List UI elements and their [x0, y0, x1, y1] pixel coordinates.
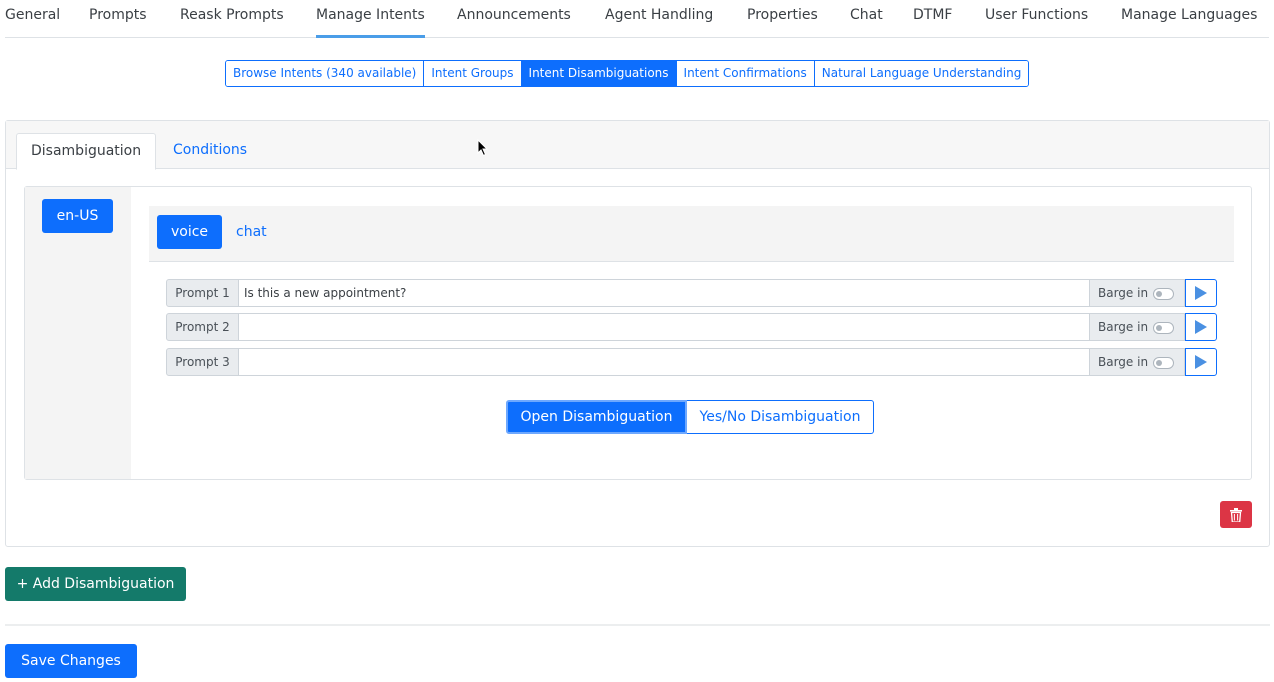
barge-in-control: Barge in	[1090, 348, 1185, 376]
prompt-row-1: Prompt 1 Is this a new appointment? Barg…	[166, 279, 1217, 307]
subnav-intent-groups[interactable]: Intent Groups	[424, 61, 522, 86]
tab-conditions[interactable]: Conditions	[159, 133, 261, 170]
barge-in-control: Barge in	[1090, 313, 1185, 341]
top-tab-reask-prompts[interactable]: Reask Prompts	[180, 0, 284, 38]
prompt-label: Prompt 1	[166, 279, 239, 307]
prompt-input-3[interactable]	[239, 348, 1090, 376]
top-tab-manage-languages[interactable]: Manage Languages	[1121, 0, 1257, 38]
barge-in-label: Barge in	[1098, 320, 1149, 334]
tab-disambiguation[interactable]: Disambiguation	[16, 133, 157, 170]
subnav-browse-intents[interactable]: Browse Intents (340 available)	[226, 61, 425, 86]
barge-in-toggle[interactable]	[1153, 357, 1174, 369]
trash-icon	[1230, 507, 1242, 522]
disambiguation-panel: en-US voice chat Prompt 1 Is this a new …	[24, 186, 1252, 480]
barge-in-toggle[interactable]	[1153, 322, 1174, 334]
mouse-cursor-icon	[477, 139, 489, 157]
disambiguation-type-group: Open Disambiguation Yes/No Disambiguatio…	[506, 400, 874, 434]
open-disambiguation-button[interactable]: Open Disambiguation	[506, 400, 687, 434]
barge-in-label: Barge in	[1098, 286, 1149, 300]
play-icon	[1195, 286, 1207, 300]
top-tab-chat[interactable]: Chat	[850, 0, 883, 38]
subnav-intent-disambiguations[interactable]: Intent Disambiguations	[521, 61, 677, 86]
top-tab-properties[interactable]: Properties	[747, 0, 818, 38]
barge-in-control: Barge in	[1090, 279, 1185, 307]
yes-no-disambiguation-button[interactable]: Yes/No Disambiguation	[687, 400, 874, 434]
top-tab-manage-intents[interactable]: Manage Intents	[316, 0, 425, 38]
play-button[interactable]	[1185, 348, 1217, 376]
prompt-input-1[interactable]: Is this a new appointment?	[239, 279, 1090, 307]
top-tab-announcements[interactable]: Announcements	[457, 0, 571, 38]
intent-subnav: Browse Intents (340 available) Intent Gr…	[225, 60, 1030, 87]
prompt-row-3: Prompt 3 Barge in	[166, 348, 1217, 376]
prompt-row-2: Prompt 2 Barge in	[166, 313, 1217, 341]
card-tabs: Disambiguation Conditions	[6, 121, 1269, 170]
top-tab-dtmf[interactable]: DTMF	[913, 0, 952, 38]
channel-voice-button[interactable]: voice	[157, 215, 222, 249]
channel-chat-link[interactable]: chat	[236, 215, 267, 249]
add-disambiguation-button[interactable]: + Add Disambiguation	[5, 567, 186, 601]
subnav-intent-confirmations[interactable]: Intent Confirmations	[676, 61, 815, 86]
top-tab-general[interactable]: General	[5, 0, 60, 38]
barge-in-toggle[interactable]	[1153, 288, 1174, 300]
prompt-label: Prompt 2	[166, 313, 239, 341]
play-icon	[1195, 355, 1207, 369]
disambiguation-card: Disambiguation Conditions en-US voice ch…	[5, 120, 1270, 547]
channel-tabs: voice chat	[149, 206, 1234, 262]
subnav-nlu[interactable]: Natural Language Understanding	[814, 61, 1029, 86]
delete-disambiguation-button[interactable]	[1220, 501, 1252, 528]
save-changes-button[interactable]: Save Changes	[5, 644, 137, 678]
top-tab-agent-handling[interactable]: Agent Handling	[605, 0, 713, 38]
play-button[interactable]	[1185, 313, 1217, 341]
barge-in-label: Barge in	[1098, 355, 1149, 369]
top-tab-prompts[interactable]: Prompts	[89, 0, 147, 38]
language-column: en-US	[25, 187, 131, 479]
divider	[5, 624, 1270, 626]
play-icon	[1195, 320, 1207, 334]
prompt-label: Prompt 3	[166, 348, 239, 376]
language-button-en-us[interactable]: en-US	[42, 199, 113, 233]
top-nav: General Prompts Reask Prompts Manage Int…	[5, 0, 1269, 38]
play-button[interactable]	[1185, 279, 1217, 307]
top-tab-user-functions[interactable]: User Functions	[985, 0, 1088, 38]
prompt-input-2[interactable]	[239, 313, 1090, 341]
